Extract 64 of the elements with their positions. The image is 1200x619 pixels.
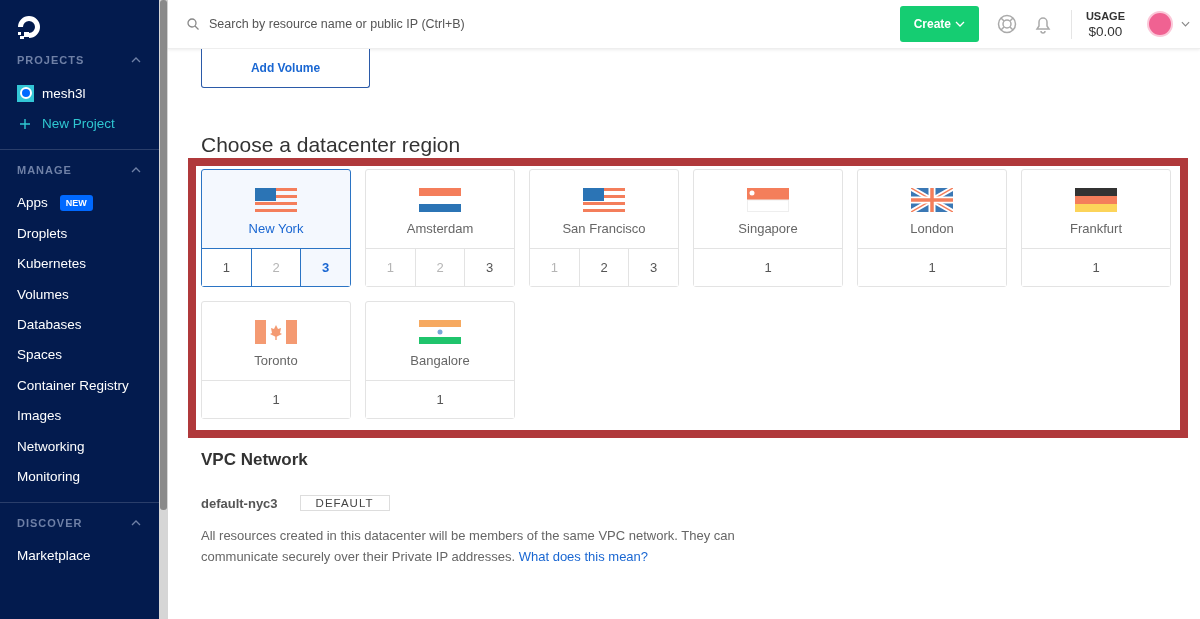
project-link[interactable]: mesh3l — [42, 85, 86, 101]
new-project-link[interactable]: New Project — [42, 116, 115, 132]
caret-icon — [955, 21, 966, 27]
flag-icon — [1075, 188, 1117, 212]
flag-icon — [419, 320, 461, 344]
section-heading: Choose a datacenter region — [201, 133, 462, 157]
nav-link[interactable]: Marketplace — [17, 548, 91, 564]
nav-link[interactable]: Kubernetes — [17, 256, 87, 272]
section-heading: VPC Network — [201, 450, 309, 470]
search-icon — [187, 18, 199, 30]
region-name: Amsterdam — [406, 221, 474, 236]
flag-icon — [255, 320, 297, 344]
flag-icon — [911, 188, 953, 212]
datacenter-option[interactable]: 3 — [300, 249, 350, 286]
region-card[interactable]: Toronto 1 — [201, 301, 351, 419]
nav-link[interactable]: Container Registry — [17, 377, 129, 393]
chevron-up-icon[interactable] — [131, 166, 141, 173]
nav-link[interactable]: Droplets — [17, 225, 68, 241]
nav-link[interactable]: Spaces — [17, 347, 63, 363]
lifebuoy-icon[interactable] — [996, 14, 1017, 34]
nav-link[interactable]: Networking — [17, 438, 85, 454]
caret-icon[interactable] — [1181, 21, 1190, 27]
flag-icon — [583, 188, 625, 212]
vpc-description: All resources created in this datacenter will be members of the same VPC network. They can communicate securely over their Private IP addresses. What does this mean? — [201, 527, 736, 566]
plus-icon[interactable] — [20, 118, 30, 129]
region-name: San Francisco — [562, 221, 646, 236]
chevron-up-icon[interactable] — [131, 519, 141, 526]
flag-icon — [419, 188, 461, 212]
usage-value: $0.00 — [1088, 23, 1123, 39]
usage-label: USAGE — [1085, 9, 1125, 22]
section-heading: DISCOVER — [17, 516, 83, 529]
datacenter-option[interactable]: 3 — [628, 249, 678, 286]
region-name: Toronto — [254, 353, 298, 368]
search-field[interactable]: Search by resource name or public IP (Ctrl+B) — [207, 16, 892, 32]
nav-link[interactable]: Images — [17, 408, 62, 424]
nav-link[interactable]: Monitoring — [17, 469, 81, 484]
flag-icon — [747, 188, 789, 212]
avatar[interactable] — [1147, 11, 1173, 37]
new-badge: NEW — [59, 194, 93, 211]
region-card[interactable]: Frankfurt 1 — [1021, 169, 1171, 287]
chevron-up-icon[interactable] — [131, 57, 141, 63]
region-name: Frankfurt — [1070, 221, 1122, 236]
region-name: London — [910, 221, 954, 236]
default-tag: DEFAULT — [299, 495, 390, 511]
nav-link[interactable]: Apps — [17, 195, 48, 211]
region-card[interactable]: Bangalore 1 — [365, 301, 515, 419]
logo-icon[interactable] — [16, 14, 42, 40]
region-name: Singapore — [738, 221, 798, 236]
region-card[interactable]: Singapore 1 — [693, 169, 843, 287]
add-volume-button[interactable]: Add Volume — [201, 49, 370, 88]
scrollbar[interactable] — [159, 0, 168, 619]
help-link[interactable]: What does this mean? — [518, 549, 649, 564]
nav-link[interactable]: Databases — [17, 317, 82, 333]
vpc-name: default-nyc3 — [201, 495, 278, 511]
section-heading: MANAGE — [17, 163, 72, 176]
project-icon — [17, 84, 34, 102]
region-card[interactable]: London 1 — [857, 169, 1007, 287]
datacenter-option[interactable]: 3 — [464, 249, 514, 286]
section-heading: PROJECTS — [17, 54, 85, 66]
flag-icon — [255, 188, 297, 212]
region-name: Bangalore — [410, 353, 470, 368]
nav-link[interactable]: Volumes — [17, 286, 69, 302]
datacenter-option[interactable]: 1 — [202, 249, 251, 286]
region-name: New York — [248, 221, 304, 236]
